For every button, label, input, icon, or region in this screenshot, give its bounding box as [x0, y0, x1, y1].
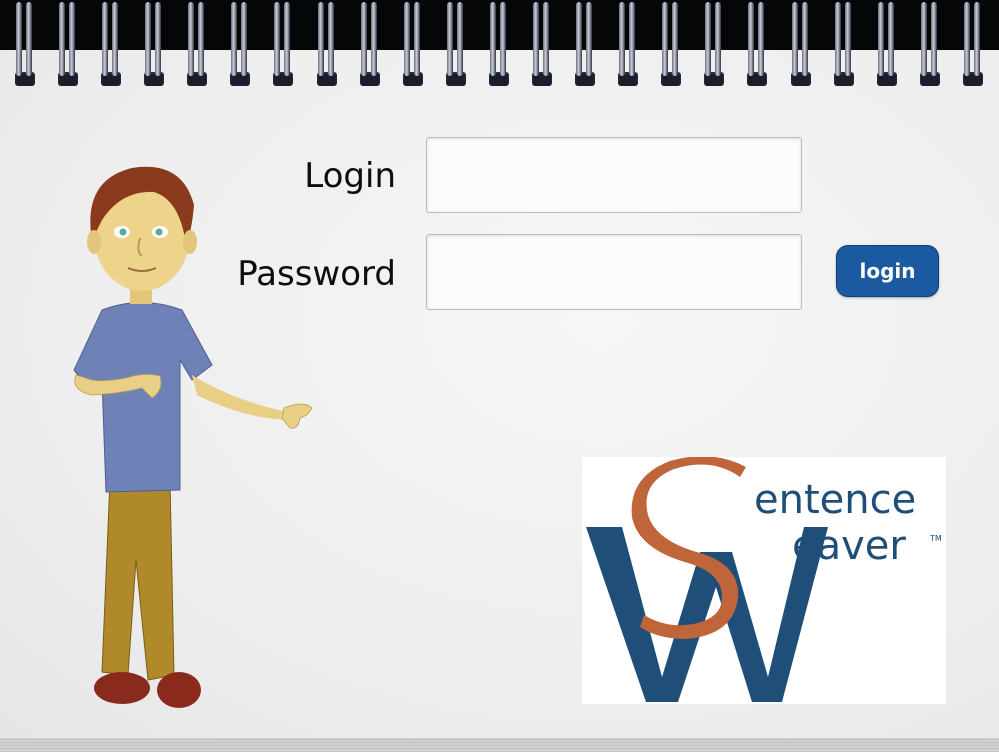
spiral-ring	[572, 2, 598, 86]
login-input[interactable]	[426, 137, 802, 213]
paper-stack-edge	[0, 738, 999, 752]
spiral-ring	[831, 2, 857, 86]
login-button[interactable]: login	[836, 245, 939, 297]
spiral-ring	[874, 2, 900, 86]
spiral-ring	[658, 2, 684, 86]
spiral-ring	[529, 2, 555, 86]
login-label: Login	[304, 156, 396, 196]
spiral-ring	[270, 2, 296, 86]
spiral-ring	[917, 2, 943, 86]
logo-word-sentence: entence	[754, 477, 916, 523]
spiral-ring	[55, 2, 81, 86]
logo-graphic: entence eaver TM	[586, 456, 942, 702]
logo-word-weaver: eaver	[792, 523, 906, 569]
spiral-ring	[227, 2, 253, 86]
spiral-ring	[184, 2, 210, 86]
spiral-ring	[443, 2, 469, 86]
spiral-ring	[12, 2, 38, 86]
spiral-ring	[788, 2, 814, 86]
spiral-ring	[615, 2, 641, 86]
spiral-ring	[960, 2, 986, 86]
trademark-symbol: TM	[929, 534, 942, 543]
spiral-ring	[141, 2, 167, 86]
password-input[interactable]	[426, 234, 802, 310]
notebook: Login Password login entence eaver TM	[0, 0, 999, 752]
spiral-ring	[98, 2, 124, 86]
spiral-ring	[400, 2, 426, 86]
spiral-ring	[486, 2, 512, 86]
spiral-ring	[701, 2, 727, 86]
password-label: Password	[237, 254, 396, 294]
spiral-ring	[744, 2, 770, 86]
sentence-weaver-logo: entence eaver TM	[582, 456, 946, 704]
spiral-ring	[357, 2, 383, 86]
spiral-ring	[314, 2, 340, 86]
cartoon-character	[73, 166, 313, 708]
